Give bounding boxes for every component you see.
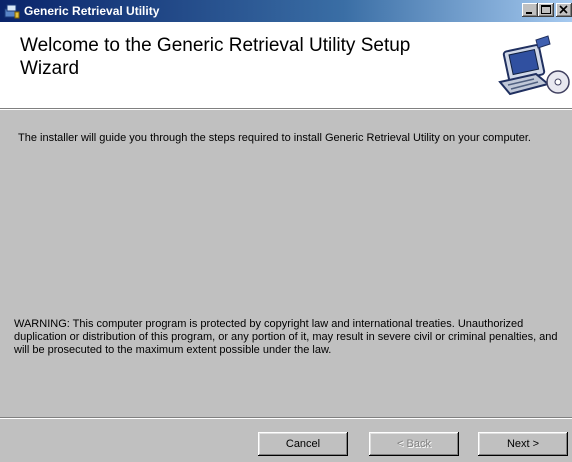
installer-icon xyxy=(4,3,20,19)
title-bar[interactable]: Generic Retrieval Utility xyxy=(0,0,572,22)
maximize-icon xyxy=(541,5,551,14)
setup-wizard-window: Generic Retrieval Utility Welcome to the… xyxy=(0,0,572,462)
intro-text: The installer will guide you through the… xyxy=(18,132,531,144)
copyright-warning: WARNING: This computer program is protec… xyxy=(14,318,558,356)
computer-setup-graphic xyxy=(496,34,572,98)
back-button[interactable]: < Back xyxy=(369,432,459,456)
close-button[interactable] xyxy=(556,3,572,17)
wizard-banner: Welcome to the Generic Retrieval Utility… xyxy=(0,22,572,109)
minimize-button[interactable] xyxy=(522,3,538,17)
next-button[interactable]: Next > xyxy=(478,432,568,456)
cancel-button[interactable]: Cancel xyxy=(258,432,348,456)
minimize-icon xyxy=(526,12,532,14)
footer-separator-highlight xyxy=(0,418,572,419)
maximize-button[interactable] xyxy=(538,3,554,17)
window-title: Generic Retrieval Utility xyxy=(24,4,160,18)
close-icon xyxy=(559,5,568,14)
banner-separator xyxy=(0,109,572,110)
page-title: Welcome to the Generic Retrieval Utility… xyxy=(20,35,411,79)
